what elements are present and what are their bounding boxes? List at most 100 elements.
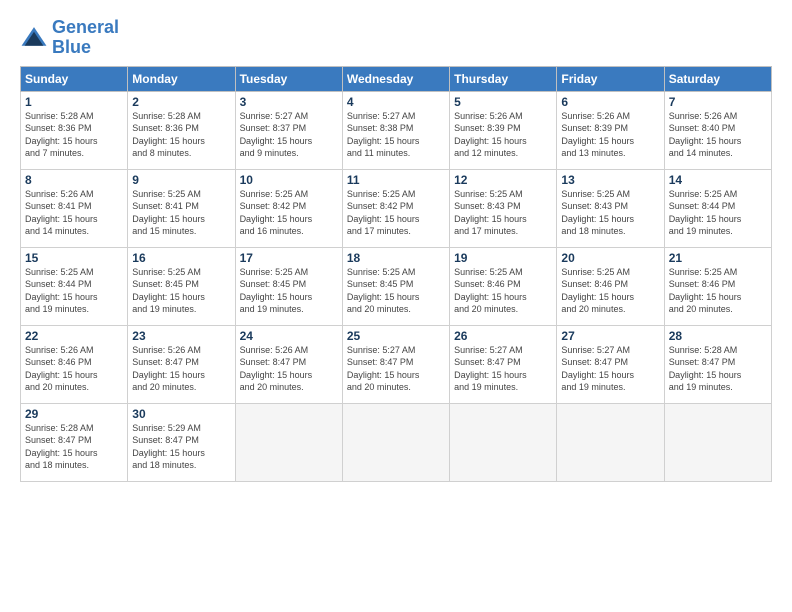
day-info: Sunrise: 5:25 AM Sunset: 8:42 PM Dayligh… (240, 188, 338, 238)
calendar-week-5: 29 Sunrise: 5:28 AM Sunset: 8:47 PM Dayl… (21, 403, 772, 481)
day-info: Sunrise: 5:26 AM Sunset: 8:46 PM Dayligh… (25, 344, 123, 394)
day-info: Sunrise: 5:25 AM Sunset: 8:44 PM Dayligh… (25, 266, 123, 316)
calendar-cell: 21 Sunrise: 5:25 AM Sunset: 8:46 PM Dayl… (664, 247, 771, 325)
day-info: Sunrise: 5:26 AM Sunset: 8:47 PM Dayligh… (132, 344, 230, 394)
logo-icon (20, 24, 48, 52)
day-info: Sunrise: 5:27 AM Sunset: 8:47 PM Dayligh… (454, 344, 552, 394)
calendar-cell: 19 Sunrise: 5:25 AM Sunset: 8:46 PM Dayl… (450, 247, 557, 325)
calendar-cell: 9 Sunrise: 5:25 AM Sunset: 8:41 PM Dayli… (128, 169, 235, 247)
day-header-sunday: Sunday (21, 66, 128, 91)
day-number: 29 (25, 407, 123, 421)
calendar-cell: 10 Sunrise: 5:25 AM Sunset: 8:42 PM Dayl… (235, 169, 342, 247)
day-number: 18 (347, 251, 445, 265)
calendar-cell (450, 403, 557, 481)
day-number: 6 (561, 95, 659, 109)
day-number: 10 (240, 173, 338, 187)
day-header-wednesday: Wednesday (342, 66, 449, 91)
day-number: 3 (240, 95, 338, 109)
day-number: 27 (561, 329, 659, 343)
day-number: 30 (132, 407, 230, 421)
day-number: 7 (669, 95, 767, 109)
calendar-week-2: 8 Sunrise: 5:26 AM Sunset: 8:41 PM Dayli… (21, 169, 772, 247)
calendar-cell: 7 Sunrise: 5:26 AM Sunset: 8:40 PM Dayli… (664, 91, 771, 169)
day-number: 25 (347, 329, 445, 343)
calendar-cell (235, 403, 342, 481)
day-info: Sunrise: 5:25 AM Sunset: 8:43 PM Dayligh… (454, 188, 552, 238)
calendar-cell: 18 Sunrise: 5:25 AM Sunset: 8:45 PM Dayl… (342, 247, 449, 325)
calendar-cell: 22 Sunrise: 5:26 AM Sunset: 8:46 PM Dayl… (21, 325, 128, 403)
day-info: Sunrise: 5:27 AM Sunset: 8:47 PM Dayligh… (347, 344, 445, 394)
day-info: Sunrise: 5:26 AM Sunset: 8:39 PM Dayligh… (454, 110, 552, 160)
day-header-thursday: Thursday (450, 66, 557, 91)
logo: General Blue (20, 18, 119, 58)
calendar-cell: 15 Sunrise: 5:25 AM Sunset: 8:44 PM Dayl… (21, 247, 128, 325)
calendar-cell: 8 Sunrise: 5:26 AM Sunset: 8:41 PM Dayli… (21, 169, 128, 247)
day-info: Sunrise: 5:25 AM Sunset: 8:46 PM Dayligh… (454, 266, 552, 316)
day-info: Sunrise: 5:25 AM Sunset: 8:45 PM Dayligh… (132, 266, 230, 316)
calendar-cell: 2 Sunrise: 5:28 AM Sunset: 8:36 PM Dayli… (128, 91, 235, 169)
day-number: 13 (561, 173, 659, 187)
day-number: 15 (25, 251, 123, 265)
logo-text: General Blue (52, 18, 119, 58)
day-info: Sunrise: 5:29 AM Sunset: 8:47 PM Dayligh… (132, 422, 230, 472)
day-number: 11 (347, 173, 445, 187)
calendar-cell: 3 Sunrise: 5:27 AM Sunset: 8:37 PM Dayli… (235, 91, 342, 169)
day-info: Sunrise: 5:28 AM Sunset: 8:36 PM Dayligh… (25, 110, 123, 160)
calendar-table: SundayMondayTuesdayWednesdayThursdayFrid… (20, 66, 772, 482)
day-number: 21 (669, 251, 767, 265)
calendar-week-3: 15 Sunrise: 5:25 AM Sunset: 8:44 PM Dayl… (21, 247, 772, 325)
day-info: Sunrise: 5:28 AM Sunset: 8:47 PM Dayligh… (25, 422, 123, 472)
day-info: Sunrise: 5:26 AM Sunset: 8:47 PM Dayligh… (240, 344, 338, 394)
day-header-tuesday: Tuesday (235, 66, 342, 91)
calendar-week-1: 1 Sunrise: 5:28 AM Sunset: 8:36 PM Dayli… (21, 91, 772, 169)
calendar-cell: 20 Sunrise: 5:25 AM Sunset: 8:46 PM Dayl… (557, 247, 664, 325)
day-header-monday: Monday (128, 66, 235, 91)
calendar-cell: 14 Sunrise: 5:25 AM Sunset: 8:44 PM Dayl… (664, 169, 771, 247)
day-info: Sunrise: 5:28 AM Sunset: 8:36 PM Dayligh… (132, 110, 230, 160)
day-number: 26 (454, 329, 552, 343)
day-number: 5 (454, 95, 552, 109)
day-info: Sunrise: 5:25 AM Sunset: 8:42 PM Dayligh… (347, 188, 445, 238)
day-number: 9 (132, 173, 230, 187)
calendar-cell: 11 Sunrise: 5:25 AM Sunset: 8:42 PM Dayl… (342, 169, 449, 247)
calendar-cell: 4 Sunrise: 5:27 AM Sunset: 8:38 PM Dayli… (342, 91, 449, 169)
day-info: Sunrise: 5:27 AM Sunset: 8:38 PM Dayligh… (347, 110, 445, 160)
calendar-cell (557, 403, 664, 481)
calendar-cell: 29 Sunrise: 5:28 AM Sunset: 8:47 PM Dayl… (21, 403, 128, 481)
calendar-cell: 30 Sunrise: 5:29 AM Sunset: 8:47 PM Dayl… (128, 403, 235, 481)
day-info: Sunrise: 5:25 AM Sunset: 8:41 PM Dayligh… (132, 188, 230, 238)
calendar-cell (342, 403, 449, 481)
header-row-days: SundayMondayTuesdayWednesdayThursdayFrid… (21, 66, 772, 91)
calendar-cell: 5 Sunrise: 5:26 AM Sunset: 8:39 PM Dayli… (450, 91, 557, 169)
day-number: 14 (669, 173, 767, 187)
day-info: Sunrise: 5:25 AM Sunset: 8:46 PM Dayligh… (561, 266, 659, 316)
calendar-cell: 23 Sunrise: 5:26 AM Sunset: 8:47 PM Dayl… (128, 325, 235, 403)
header-row: General Blue (20, 18, 772, 58)
day-info: Sunrise: 5:25 AM Sunset: 8:46 PM Dayligh… (669, 266, 767, 316)
day-info: Sunrise: 5:25 AM Sunset: 8:43 PM Dayligh… (561, 188, 659, 238)
day-number: 20 (561, 251, 659, 265)
day-info: Sunrise: 5:28 AM Sunset: 8:47 PM Dayligh… (669, 344, 767, 394)
calendar-cell: 26 Sunrise: 5:27 AM Sunset: 8:47 PM Dayl… (450, 325, 557, 403)
day-info: Sunrise: 5:26 AM Sunset: 8:41 PM Dayligh… (25, 188, 123, 238)
day-info: Sunrise: 5:26 AM Sunset: 8:40 PM Dayligh… (669, 110, 767, 160)
day-header-friday: Friday (557, 66, 664, 91)
calendar-cell: 6 Sunrise: 5:26 AM Sunset: 8:39 PM Dayli… (557, 91, 664, 169)
day-number: 12 (454, 173, 552, 187)
day-info: Sunrise: 5:27 AM Sunset: 8:47 PM Dayligh… (561, 344, 659, 394)
day-number: 22 (25, 329, 123, 343)
day-info: Sunrise: 5:25 AM Sunset: 8:44 PM Dayligh… (669, 188, 767, 238)
calendar-cell: 27 Sunrise: 5:27 AM Sunset: 8:47 PM Dayl… (557, 325, 664, 403)
calendar-cell: 24 Sunrise: 5:26 AM Sunset: 8:47 PM Dayl… (235, 325, 342, 403)
day-info: Sunrise: 5:25 AM Sunset: 8:45 PM Dayligh… (347, 266, 445, 316)
day-number: 1 (25, 95, 123, 109)
day-info: Sunrise: 5:27 AM Sunset: 8:37 PM Dayligh… (240, 110, 338, 160)
day-number: 4 (347, 95, 445, 109)
calendar-cell: 25 Sunrise: 5:27 AM Sunset: 8:47 PM Dayl… (342, 325, 449, 403)
calendar-week-4: 22 Sunrise: 5:26 AM Sunset: 8:46 PM Dayl… (21, 325, 772, 403)
calendar-cell: 17 Sunrise: 5:25 AM Sunset: 8:45 PM Dayl… (235, 247, 342, 325)
calendar-cell: 28 Sunrise: 5:28 AM Sunset: 8:47 PM Dayl… (664, 325, 771, 403)
calendar-cell: 13 Sunrise: 5:25 AM Sunset: 8:43 PM Dayl… (557, 169, 664, 247)
day-number: 17 (240, 251, 338, 265)
calendar-cell: 16 Sunrise: 5:25 AM Sunset: 8:45 PM Dayl… (128, 247, 235, 325)
